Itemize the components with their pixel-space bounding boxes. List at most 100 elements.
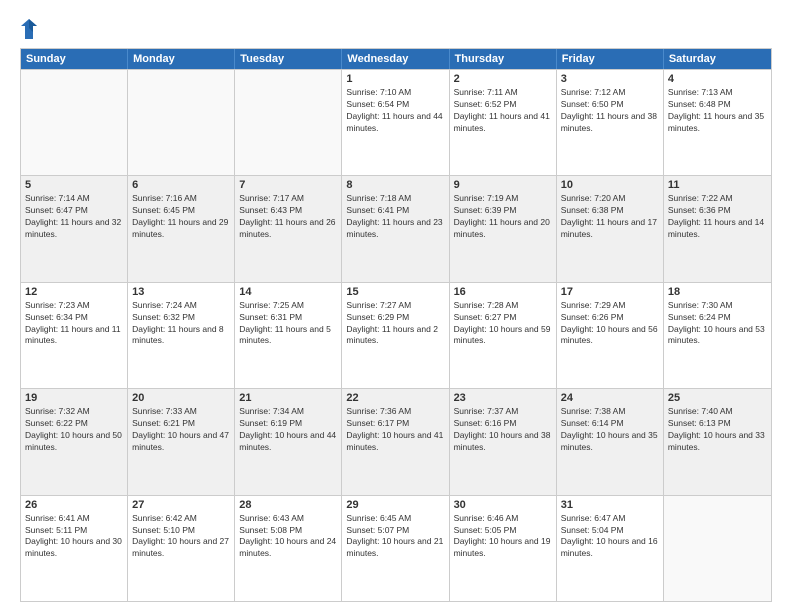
day-cell-22: 22 Sunrise: 7:36 AM Sunset: 6:17 PM Dayli… [342, 389, 449, 494]
calendar-body: 1 Sunrise: 7:10 AM Sunset: 6:54 PM Daylig… [21, 69, 771, 601]
day-cell-30: 30 Sunrise: 6:46 AM Sunset: 5:05 PM Dayli… [450, 496, 557, 601]
cell-date-21: 21 [239, 392, 337, 404]
cell-date-9: 9 [454, 179, 552, 191]
day-header-thursday: Thursday [450, 49, 557, 69]
cell-date-27: 27 [132, 499, 230, 511]
day-header-wednesday: Wednesday [342, 49, 449, 69]
day-cell-6: 6 Sunrise: 7:16 AM Sunset: 6:45 PM Daylig… [128, 176, 235, 281]
day-cell-10: 10 Sunrise: 7:20 AM Sunset: 6:38 PM Dayli… [557, 176, 664, 281]
cell-info-17: Sunrise: 7:29 AM Sunset: 6:26 PM Dayligh… [561, 300, 659, 348]
day-cell-15: 15 Sunrise: 7:27 AM Sunset: 6:29 PM Dayli… [342, 283, 449, 388]
cal-row-0: 1 Sunrise: 7:10 AM Sunset: 6:54 PM Daylig… [21, 69, 771, 175]
cell-info-30: Sunrise: 6:46 AM Sunset: 5:05 PM Dayligh… [454, 513, 552, 561]
logo [20, 18, 41, 40]
cell-info-28: Sunrise: 6:43 AM Sunset: 5:08 PM Dayligh… [239, 513, 337, 561]
cell-date-5: 5 [25, 179, 123, 191]
cell-info-24: Sunrise: 7:38 AM Sunset: 6:14 PM Dayligh… [561, 406, 659, 454]
day-cell-19: 19Sunrise: 7:32 AM Sunset: 6:22 PM Dayli… [21, 389, 128, 494]
cell-date-13: 13 [132, 286, 230, 298]
empty-cell-0-0 [21, 70, 128, 175]
cell-info-11: Sunrise: 7:22 AM Sunset: 6:36 PM Dayligh… [668, 193, 767, 241]
cell-info-15: Sunrise: 7:27 AM Sunset: 6:29 PM Dayligh… [346, 300, 444, 348]
cell-date-14: 14 [239, 286, 337, 298]
day-cell-13: 13 Sunrise: 7:24 AM Sunset: 6:32 PM Dayli… [128, 283, 235, 388]
cell-info-23: Sunrise: 7:37 AM Sunset: 6:16 PM Dayligh… [454, 406, 552, 454]
day-cell-31: 31Sunrise: 6:47 AM Sunset: 5:04 PM Dayli… [557, 496, 664, 601]
cell-date-1: 1 [346, 73, 444, 85]
day-cell-12: 12Sunrise: 7:23 AM Sunset: 6:34 PM Dayli… [21, 283, 128, 388]
cell-info-6: Sunrise: 7:16 AM Sunset: 6:45 PM Dayligh… [132, 193, 230, 241]
day-cell-1: 1 Sunrise: 7:10 AM Sunset: 6:54 PM Daylig… [342, 70, 449, 175]
cell-info-22: Sunrise: 7:36 AM Sunset: 6:17 PM Dayligh… [346, 406, 444, 454]
cell-date-30: 30 [454, 499, 552, 511]
page: SundayMondayTuesdayWednesdayThursdayFrid… [0, 0, 792, 612]
cell-info-16: Sunrise: 7:28 AM Sunset: 6:27 PM Dayligh… [454, 300, 552, 348]
cell-info-29: Sunrise: 6:45 AM Sunset: 5:07 PM Dayligh… [346, 513, 444, 561]
day-cell-11: 11 Sunrise: 7:22 AM Sunset: 6:36 PM Dayli… [664, 176, 771, 281]
cell-info-27: Sunrise: 6:42 AM Sunset: 5:10 PM Dayligh… [132, 513, 230, 561]
cell-date-28: 28 [239, 499, 337, 511]
cell-date-20: 20 [132, 392, 230, 404]
cell-info-9: Sunrise: 7:19 AM Sunset: 6:39 PM Dayligh… [454, 193, 552, 241]
logo-icon [20, 18, 38, 40]
day-header-monday: Monday [128, 49, 235, 69]
cell-info-20: Sunrise: 7:33 AM Sunset: 6:21 PM Dayligh… [132, 406, 230, 454]
cell-date-11: 11 [668, 179, 767, 191]
cell-date-8: 8 [346, 179, 444, 191]
day-cell-7: 7Sunrise: 7:17 AM Sunset: 6:43 PM Daylig… [235, 176, 342, 281]
day-cell-27: 27 Sunrise: 6:42 AM Sunset: 5:10 PM Dayli… [128, 496, 235, 601]
day-cell-24: 24 Sunrise: 7:38 AM Sunset: 6:14 PM Dayli… [557, 389, 664, 494]
cell-date-2: 2 [454, 73, 552, 85]
cell-date-22: 22 [346, 392, 444, 404]
cell-info-10: Sunrise: 7:20 AM Sunset: 6:38 PM Dayligh… [561, 193, 659, 241]
cell-date-15: 15 [346, 286, 444, 298]
cell-date-24: 24 [561, 392, 659, 404]
cell-info-25: Sunrise: 7:40 AM Sunset: 6:13 PM Dayligh… [668, 406, 767, 454]
cell-info-26: Sunrise: 6:41 AM Sunset: 5:11 PM Dayligh… [25, 513, 123, 561]
calendar-header: SundayMondayTuesdayWednesdayThursdayFrid… [21, 49, 771, 69]
day-cell-2: 2Sunrise: 7:11 AM Sunset: 6:52 PM Daylig… [450, 70, 557, 175]
cell-date-17: 17 [561, 286, 659, 298]
empty-cell-0-2 [235, 70, 342, 175]
day-cell-5: 5Sunrise: 7:14 AM Sunset: 6:47 PM Daylig… [21, 176, 128, 281]
cell-info-12: Sunrise: 7:23 AM Sunset: 6:34 PM Dayligh… [25, 300, 123, 348]
day-cell-14: 14 Sunrise: 7:25 AM Sunset: 6:31 PM Dayli… [235, 283, 342, 388]
cell-date-23: 23 [454, 392, 552, 404]
day-cell-3: 3 Sunrise: 7:12 AM Sunset: 6:50 PM Daylig… [557, 70, 664, 175]
cell-info-31: Sunrise: 6:47 AM Sunset: 5:04 PM Dayligh… [561, 513, 659, 561]
cell-date-7: 7 [239, 179, 337, 191]
day-cell-16: 16 Sunrise: 7:28 AM Sunset: 6:27 PM Dayli… [450, 283, 557, 388]
cell-date-3: 3 [561, 73, 659, 85]
header [20, 18, 772, 40]
day-cell-4: 4 Sunrise: 7:13 AM Sunset: 6:48 PM Daylig… [664, 70, 771, 175]
day-header-tuesday: Tuesday [235, 49, 342, 69]
cal-row-1: 5Sunrise: 7:14 AM Sunset: 6:47 PM Daylig… [21, 175, 771, 281]
cell-info-21: Sunrise: 7:34 AM Sunset: 6:19 PM Dayligh… [239, 406, 337, 454]
cell-date-10: 10 [561, 179, 659, 191]
cell-info-14: Sunrise: 7:25 AM Sunset: 6:31 PM Dayligh… [239, 300, 337, 348]
cell-info-1: Sunrise: 7:10 AM Sunset: 6:54 PM Dayligh… [346, 87, 444, 135]
day-cell-20: 20 Sunrise: 7:33 AM Sunset: 6:21 PM Dayli… [128, 389, 235, 494]
day-cell-26: 26Sunrise: 6:41 AM Sunset: 5:11 PM Dayli… [21, 496, 128, 601]
day-cell-28: 28 Sunrise: 6:43 AM Sunset: 5:08 PM Dayli… [235, 496, 342, 601]
cell-date-29: 29 [346, 499, 444, 511]
cell-date-6: 6 [132, 179, 230, 191]
cal-row-2: 12Sunrise: 7:23 AM Sunset: 6:34 PM Dayli… [21, 282, 771, 388]
empty-cell-4-6 [664, 496, 771, 601]
cell-date-4: 4 [668, 73, 767, 85]
cell-info-18: Sunrise: 7:30 AM Sunset: 6:24 PM Dayligh… [668, 300, 767, 348]
cell-info-4: Sunrise: 7:13 AM Sunset: 6:48 PM Dayligh… [668, 87, 767, 135]
empty-cell-0-1 [128, 70, 235, 175]
day-cell-9: 9 Sunrise: 7:19 AM Sunset: 6:39 PM Daylig… [450, 176, 557, 281]
cell-info-8: Sunrise: 7:18 AM Sunset: 6:41 PM Dayligh… [346, 193, 444, 241]
cal-row-4: 26Sunrise: 6:41 AM Sunset: 5:11 PM Dayli… [21, 495, 771, 601]
day-cell-8: 8 Sunrise: 7:18 AM Sunset: 6:41 PM Daylig… [342, 176, 449, 281]
cell-date-16: 16 [454, 286, 552, 298]
day-cell-18: 18Sunrise: 7:30 AM Sunset: 6:24 PM Dayli… [664, 283, 771, 388]
cell-info-13: Sunrise: 7:24 AM Sunset: 6:32 PM Dayligh… [132, 300, 230, 348]
day-cell-21: 21 Sunrise: 7:34 AM Sunset: 6:19 PM Dayli… [235, 389, 342, 494]
cal-row-3: 19Sunrise: 7:32 AM Sunset: 6:22 PM Dayli… [21, 388, 771, 494]
cell-info-3: Sunrise: 7:12 AM Sunset: 6:50 PM Dayligh… [561, 87, 659, 135]
day-header-friday: Friday [557, 49, 664, 69]
day-cell-23: 23 Sunrise: 7:37 AM Sunset: 6:16 PM Dayli… [450, 389, 557, 494]
